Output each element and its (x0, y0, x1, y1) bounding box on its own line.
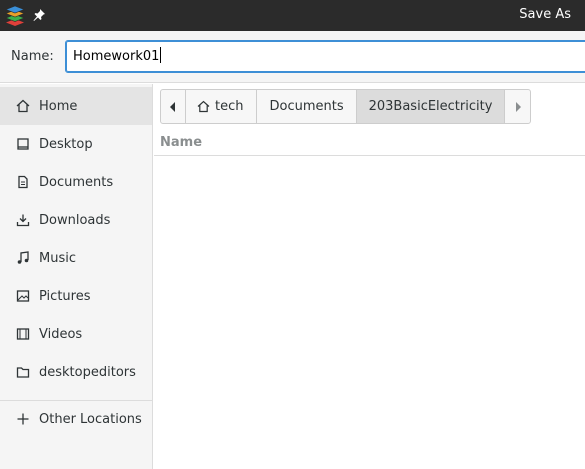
sidebar-item-label: Other Locations (39, 411, 142, 427)
sidebar-item-label: Downloads (39, 212, 111, 228)
chevron-left-icon (170, 101, 175, 112)
path-crumb-documents[interactable]: Documents (257, 90, 357, 123)
home-icon (197, 100, 210, 113)
sidebar-item-label: desktopeditors (39, 364, 136, 380)
title-bar: Save As (0, 0, 585, 31)
file-list-header: Name (154, 131, 585, 156)
sidebar-item-documents[interactable]: Documents (0, 163, 152, 201)
path-bar: tech Documents 203BasicElectricity (160, 89, 532, 124)
music-icon (17, 251, 29, 264)
path-crumb-current[interactable]: 203BasicElectricity (356, 90, 506, 123)
videos-icon (16, 328, 30, 340)
places-sidebar: Home Desktop Documents Downloads Music P… (0, 84, 153, 469)
path-back-button[interactable] (161, 90, 186, 123)
desktop-icon (17, 138, 29, 150)
name-label: Name: (11, 49, 54, 64)
sidebar-item-label: Documents (39, 174, 114, 190)
pin-icon[interactable] (33, 9, 45, 21)
text-caret (160, 47, 162, 63)
sidebar-item-label: Videos (39, 326, 83, 342)
sidebar-item-pictures[interactable]: Pictures (0, 277, 152, 315)
sidebar-item-downloads[interactable]: Downloads (0, 201, 152, 239)
sidebar-item-label: Desktop (39, 136, 93, 152)
sidebar-item-desktop[interactable]: Desktop (0, 125, 152, 163)
crumb-label: Documents (269, 99, 344, 114)
crumb-label: tech (215, 99, 244, 114)
sidebar-item-home[interactable]: Home (0, 87, 152, 125)
filename-input[interactable]: Homework01 (65, 40, 585, 73)
crumb-label: 203BasicElectricity (368, 99, 493, 114)
sidebar-item-label: Home (39, 98, 78, 114)
app-logo-icon (5, 5, 25, 26)
folder-icon (16, 367, 30, 378)
path-forward-button[interactable] (505, 90, 530, 123)
filename-value: Homework01 (73, 49, 160, 64)
pictures-icon (16, 290, 30, 302)
window-title: Save As (519, 7, 571, 22)
path-crumb-tech[interactable]: tech (186, 90, 258, 123)
name-row: Name: Homework01 (0, 31, 585, 83)
downloads-icon (16, 214, 30, 227)
column-header-name[interactable]: Name (160, 135, 202, 150)
chevron-right-icon (515, 101, 521, 112)
documents-icon (18, 175, 28, 189)
sidebar-item-other-locations[interactable]: Other Locations (0, 400, 152, 438)
sidebar-item-desktopeditors[interactable]: desktopeditors (0, 353, 152, 391)
sidebar-item-label: Music (39, 250, 76, 266)
sidebar-item-label: Pictures (39, 288, 91, 304)
sidebar-item-music[interactable]: Music (0, 239, 152, 277)
home-icon (16, 99, 30, 113)
plus-icon (17, 413, 29, 425)
sidebar-item-videos[interactable]: Videos (0, 315, 152, 353)
